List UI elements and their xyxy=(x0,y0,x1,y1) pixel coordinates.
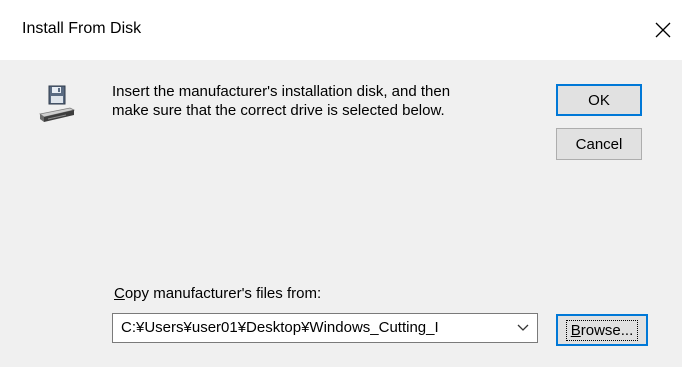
instruction-line-1: Insert the manufacturer's installation d… xyxy=(112,83,451,100)
chevron-down-icon xyxy=(517,324,529,331)
browse-button-label: rowse... xyxy=(580,321,634,339)
title-bar: Install From Disk xyxy=(0,0,682,60)
copy-from-label: Copy manufacturer's files from: xyxy=(114,285,321,302)
floppy-disk-drive-icon xyxy=(39,85,76,122)
cancel-button[interactable]: Cancel xyxy=(556,128,642,160)
instruction-line-2: make sure that the correct drive is sele… xyxy=(112,102,445,119)
dialog-title: Install From Disk xyxy=(22,20,142,37)
copy-from-access-key: C xyxy=(114,285,125,302)
browse-button[interactable]: Browse... xyxy=(556,314,648,346)
copy-from-label-text: opy manufacturer's files from: xyxy=(124,285,322,302)
browse-button-focus: Browse... xyxy=(565,319,639,341)
source-path-combobox[interactable]: C:¥Users¥user01¥Desktop¥Windows_Cutting_… xyxy=(112,313,538,343)
close-icon xyxy=(655,22,671,38)
path-dropdown-button[interactable] xyxy=(511,316,535,340)
ok-button-label: OK xyxy=(588,91,610,109)
install-from-disk-dialog: Install From Disk Insert the manufacture… xyxy=(0,0,682,367)
browse-access-key: B xyxy=(570,321,581,339)
close-button[interactable] xyxy=(650,14,676,46)
cancel-button-label: Cancel xyxy=(575,135,623,153)
instruction-message: Insert the manufacturer's installation d… xyxy=(112,82,532,120)
source-path-value: C:¥Users¥user01¥Desktop¥Windows_Cutting_… xyxy=(121,319,439,336)
ok-button[interactable]: OK xyxy=(556,84,642,116)
